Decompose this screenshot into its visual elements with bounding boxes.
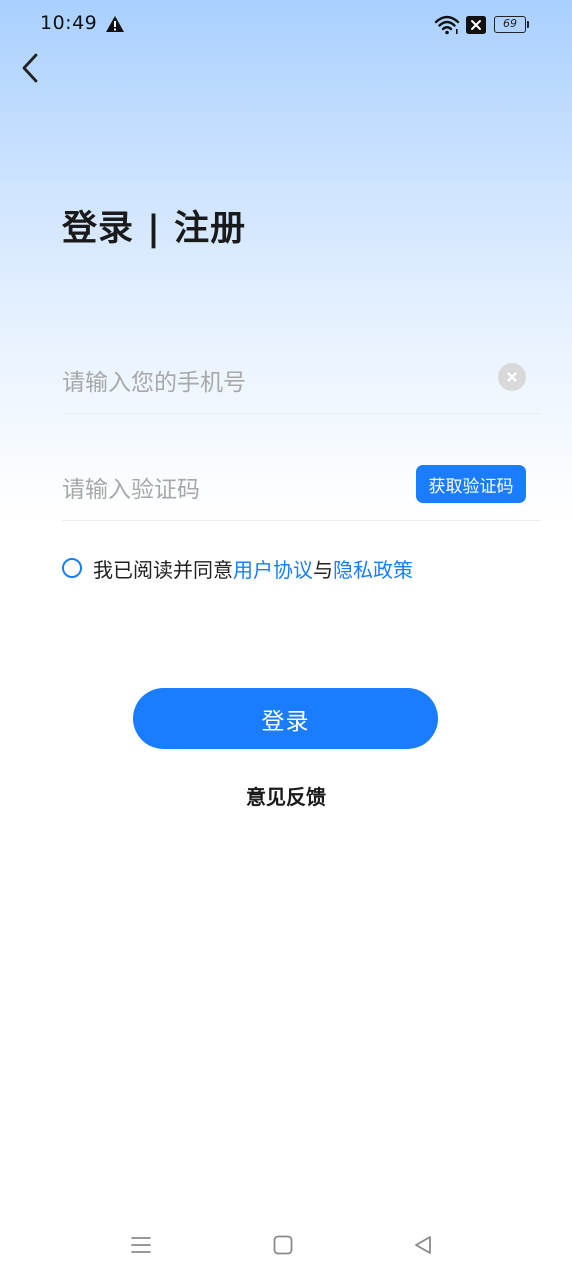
battery-indicator: 69 — [494, 16, 526, 33]
page-title: 登录 | 注册 — [62, 209, 247, 249]
back-button[interactable] — [10, 48, 50, 88]
clear-circle-icon — [507, 372, 517, 382]
status-bar: 10:49 69 — [0, 0, 572, 52]
wifi-icon — [434, 15, 460, 35]
warning-triangle-icon — [106, 16, 124, 32]
page-background — [0, 0, 572, 1280]
battery-level: 69 — [503, 17, 517, 30]
menu-lines-icon[interactable] — [130, 1234, 152, 1256]
battery-tip — [527, 21, 529, 28]
verification-code-input[interactable] — [62, 461, 422, 519]
agreement-connector: 与 — [313, 557, 333, 582]
close-box-icon — [466, 16, 486, 34]
login-button[interactable]: 登录 — [133, 688, 438, 749]
agreement-checkbox[interactable] — [62, 558, 82, 578]
phone-field — [62, 354, 541, 414]
status-time: 10:49 — [40, 12, 98, 34]
agreement-prefix: 我已阅读并同意 — [93, 557, 233, 582]
agreement-row: 我已阅读并同意 用户协议 与 隐私政策 — [62, 552, 413, 584]
system-nav-bar — [0, 1220, 572, 1270]
square-home-icon[interactable] — [272, 1234, 294, 1256]
privacy-policy-link[interactable]: 隐私政策 — [333, 554, 413, 583]
feedback-link[interactable]: 意见反馈 — [0, 781, 572, 810]
user-agreement-link[interactable]: 用户协议 — [233, 554, 313, 583]
code-field: 获取验证码 — [62, 461, 541, 521]
get-code-button[interactable]: 获取验证码 — [416, 465, 526, 503]
clear-phone-button[interactable] — [498, 363, 526, 391]
triangle-back-icon[interactable] — [412, 1234, 434, 1256]
phone-input[interactable] — [62, 354, 422, 412]
chevron-left-icon — [22, 53, 38, 83]
